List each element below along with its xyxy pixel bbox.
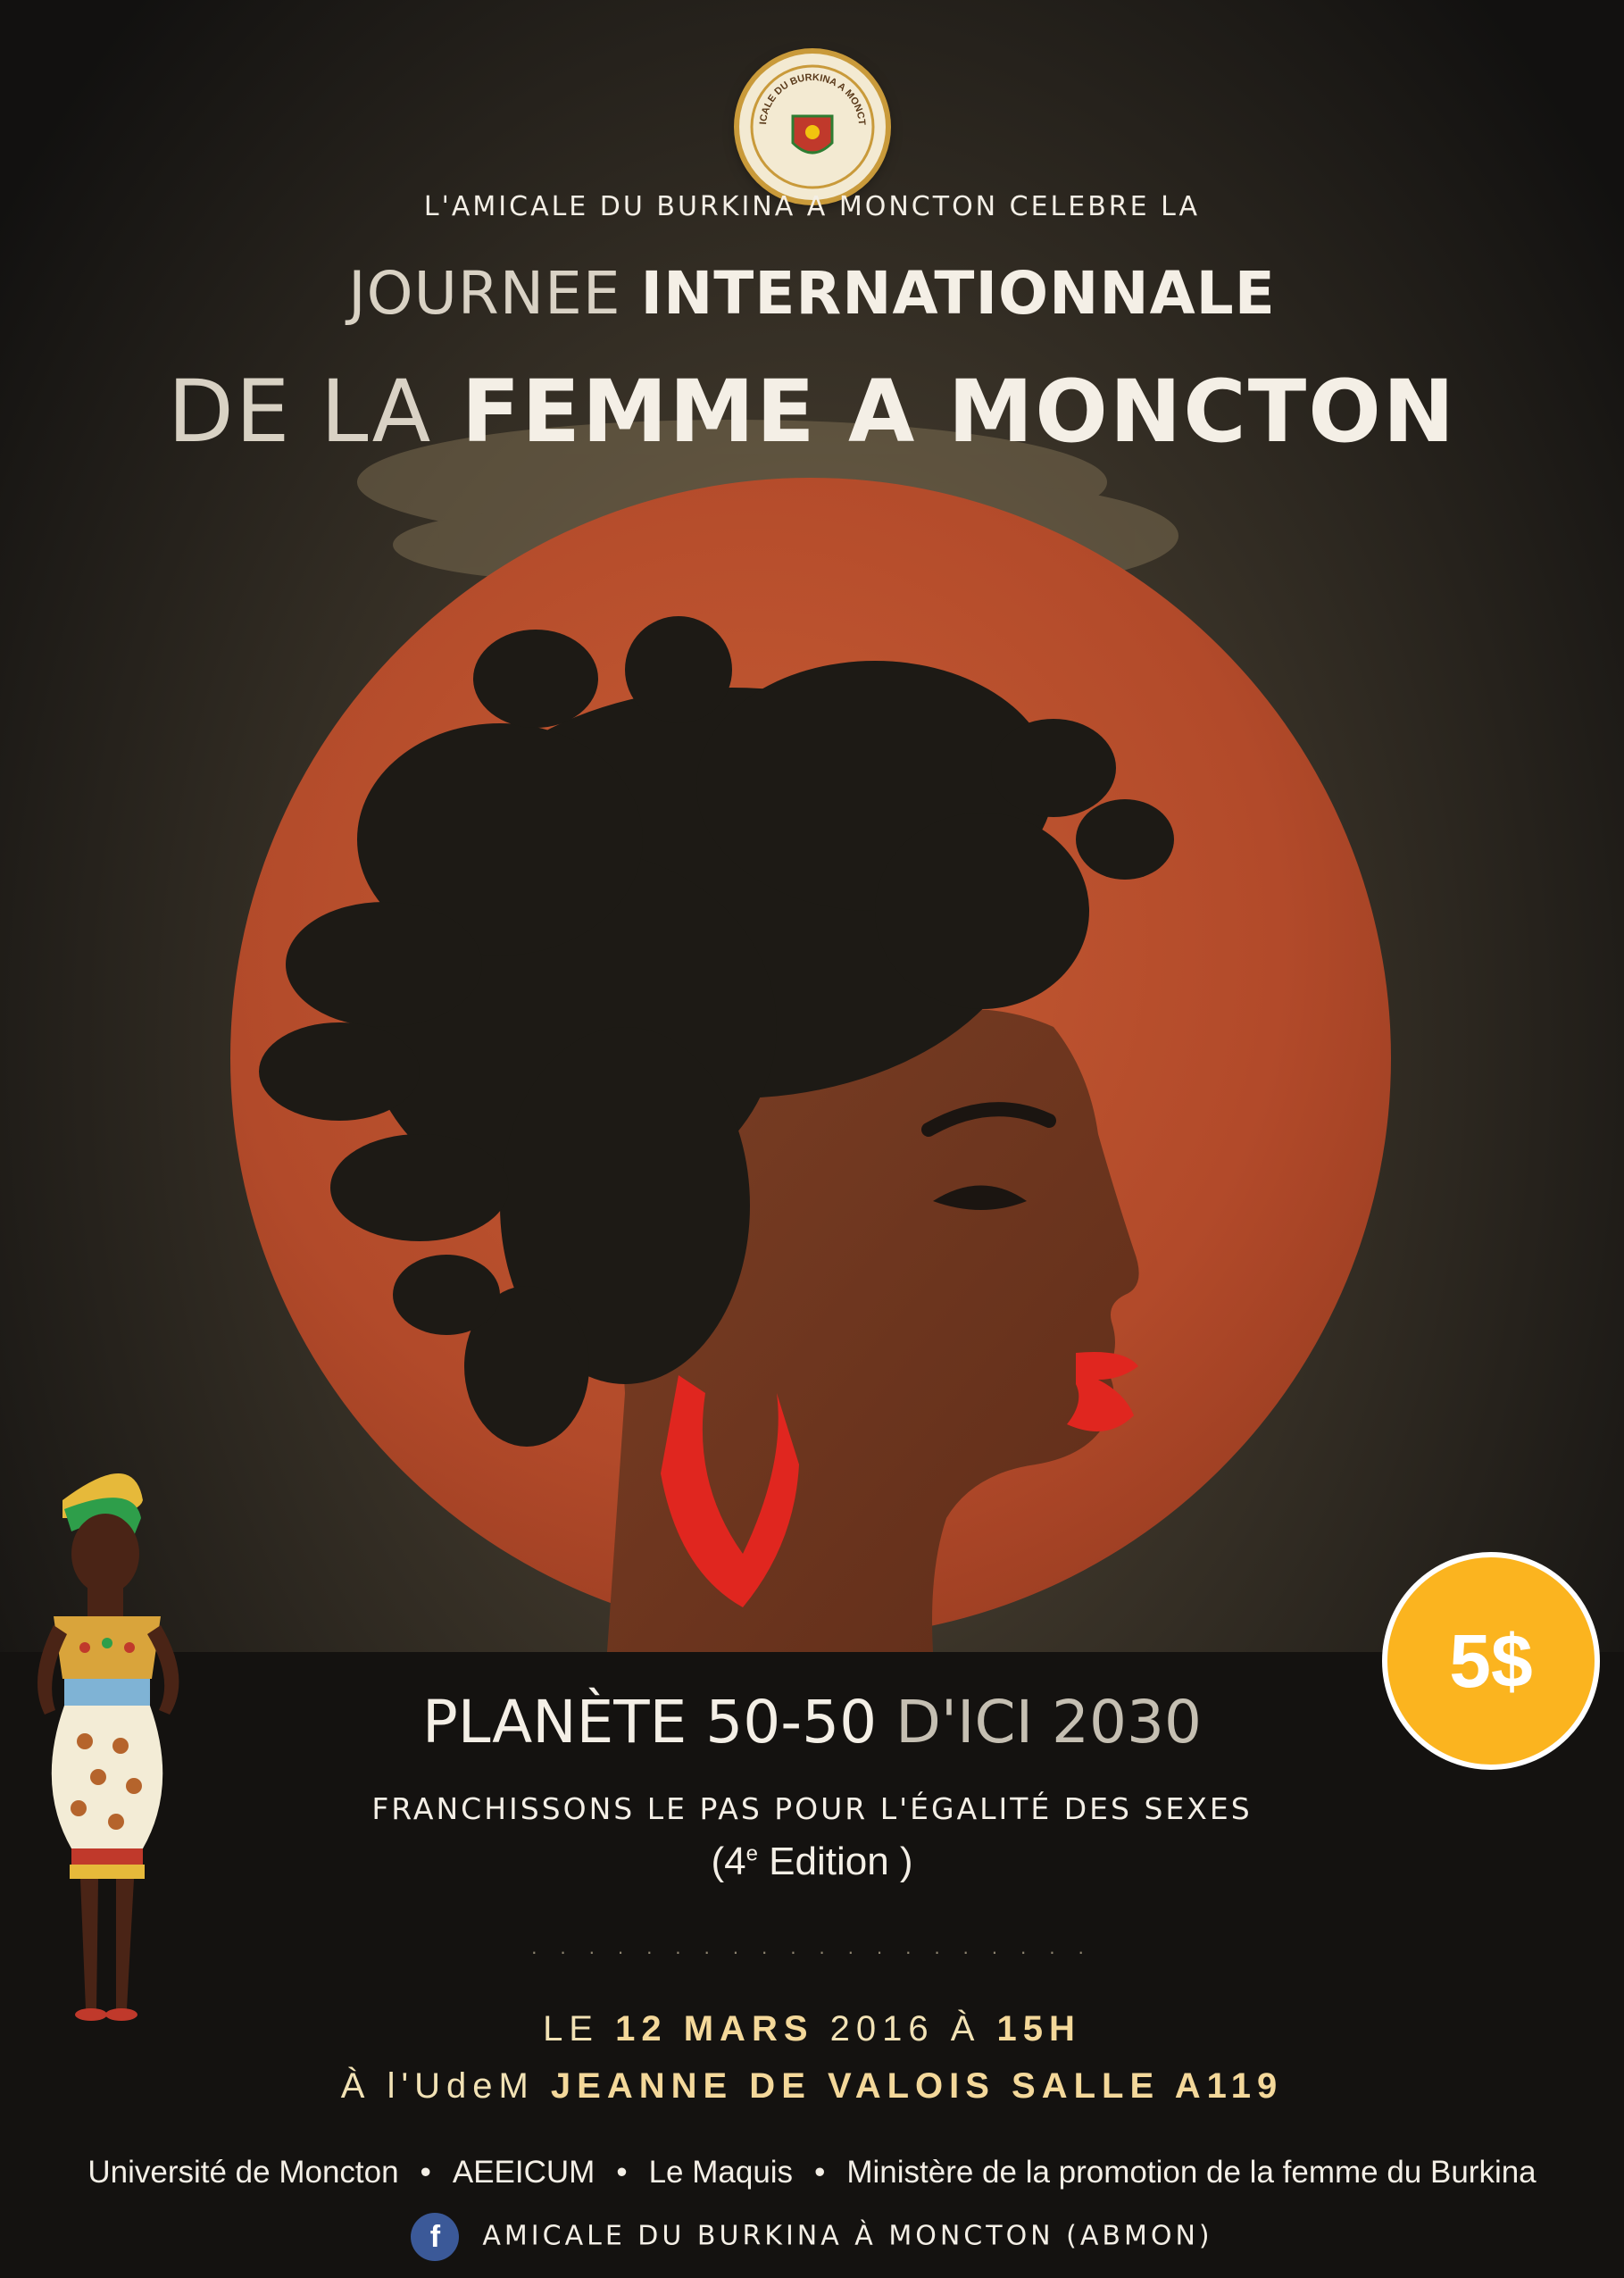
- kicker-text: L'AMICALE DU BURKINA A MONCTON CELEBRE L…: [423, 191, 1201, 222]
- event-poster: AMICALE DU BURKINA A MONCTON L'AMICALE D…: [0, 0, 1624, 2278]
- theme-title: PLANÈTE 50-50 D'ICI 2030: [0, 1688, 1624, 1756]
- partner-separator: •: [616, 2155, 628, 2190]
- title-line-2-bold: FEMME A MONCTON: [461, 362, 1457, 462]
- edition-suffix: Edition ): [757, 1840, 913, 1883]
- partner-separator: •: [814, 2155, 826, 2190]
- partner-item: AEEICUM: [452, 2155, 595, 2190]
- date-day: 12 MARS: [615, 2009, 814, 2049]
- theme-year: D'ICI 2030: [895, 1688, 1202, 1756]
- date-prefix: LE: [543, 2009, 599, 2049]
- facebook-icon[interactable]: f: [411, 2213, 460, 2261]
- venue-prefix: À l'UdeM: [340, 2066, 535, 2106]
- theme-subtitle: FRANCHISSONS LE PAS POUR L'ÉGALITÉ DES S…: [371, 1791, 1253, 1826]
- date-time: 15H: [996, 2009, 1081, 2049]
- dotted-separator: . . . . . . . . . . . . . . . . . . . .: [531, 1936, 1093, 1958]
- edition-sup: e: [745, 1841, 758, 1866]
- event-date: LE 12 MARS 2016 À 15H: [0, 2009, 1624, 2049]
- title-line-1-bold: INTERNATIONNALE: [640, 259, 1276, 328]
- partners-list: Université de Moncton • AEEICUM • Le Maquis •…: [0, 2155, 1624, 2190]
- facebook-link[interactable]: f AMICALE DU BURKINA À MONCTON (ABMON): [0, 2213, 1624, 2261]
- date-year: 2016 À: [829, 2009, 981, 2049]
- edition-label: (4e Edition ): [0, 1840, 1624, 1884]
- partner-separator: •: [420, 2155, 431, 2190]
- event-venue: À l'UdeM JEANNE DE VALOIS SALLE A119: [0, 2066, 1624, 2107]
- theme-main: PLANÈTE 50-50: [421, 1688, 878, 1756]
- amicale-logo: AMICALE DU BURKINA A MONCTON: [739, 54, 886, 200]
- title-line-2: DE LA FEMME A MONCTON: [0, 362, 1624, 462]
- facebook-page-name[interactable]: AMICALE DU BURKINA À MONCTON (ABMON): [482, 2221, 1212, 2252]
- price-badge: 5$: [1382, 1552, 1600, 1770]
- title-line-1: JOURNEE INTERNATIONNALE: [0, 259, 1624, 328]
- venue-name: JEANNE DE VALOIS SALLE A119: [550, 2066, 1284, 2106]
- partner-item: Ministère de la promotion de la femme du…: [846, 2155, 1537, 2190]
- title-line-2-thin: DE LA: [167, 362, 433, 462]
- partner-item: Le Maquis: [648, 2155, 794, 2190]
- partner-item: Université de Moncton: [87, 2155, 399, 2190]
- edition-prefix: (4: [711, 1840, 746, 1883]
- title-line-1-thin: JOURNEE: [348, 259, 621, 328]
